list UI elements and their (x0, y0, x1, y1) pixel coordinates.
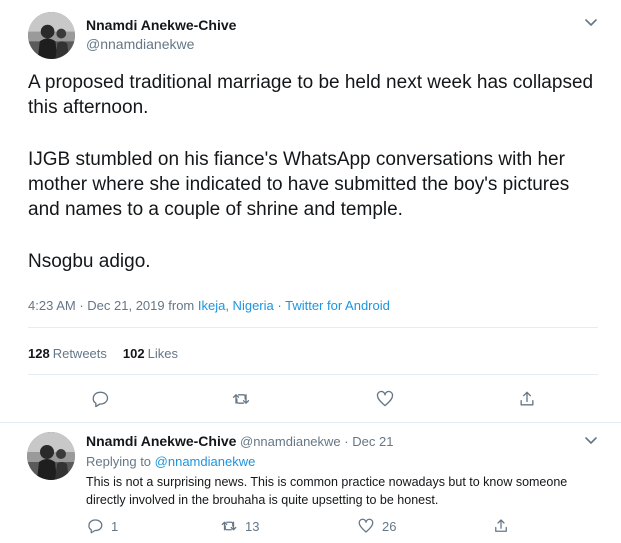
reply-icon (88, 519, 103, 534)
divider (28, 327, 598, 328)
like-button[interactable] (375, 389, 395, 409)
reply-button[interactable] (90, 389, 110, 409)
avatar-photo (28, 12, 75, 59)
reply-author-name[interactable]: Nnamdi Anekwe-Chive (86, 433, 236, 449)
reply-icon (92, 391, 109, 408)
tweet-metadata: 4:23 AM · Dec 21, 2019 from Ikeja, Niger… (28, 298, 390, 313)
tweet-paragraph: Nsogbu adigo. (28, 251, 151, 272)
author-handle[interactable]: @nnamdianekwe (86, 36, 194, 52)
main-tweet: Nnamdi Anekwe-Chive @nnamdianekwe A prop… (0, 0, 621, 423)
retweets-label: Retweets (52, 346, 107, 361)
retweets-stat[interactable]: 128 Retweets (28, 346, 107, 361)
reply-author-meta: @nnamdianekwe · Dec 21 (240, 434, 393, 449)
likes-stat[interactable]: 102 Likes (123, 346, 178, 361)
tweet-stats: 128 Retweets 102 Likes (28, 346, 178, 361)
meta-separator: · (277, 298, 286, 313)
reply-text: This is not a surprising news. This is c… (86, 475, 568, 507)
replying-to: Replying to @nnamdianekwe (86, 454, 255, 469)
tweet-text: A proposed traditional marriage to be he… (28, 70, 598, 274)
like-icon (376, 390, 394, 407)
share-button[interactable] (492, 517, 510, 535)
avatar-photo (27, 432, 75, 480)
share-button[interactable] (517, 389, 537, 409)
from-label: from (168, 298, 198, 313)
retweet-button[interactable]: 13 (220, 517, 259, 535)
retweets-count: 128 (28, 346, 50, 361)
divider (28, 374, 598, 375)
tweet-paragraph: IJGB stumbled on his fiance's WhatsApp c… (28, 149, 570, 220)
chevron-down-icon[interactable] (583, 432, 599, 448)
reply-count: 1 (111, 518, 119, 534)
source-link[interactable]: Twitter for Android (285, 298, 390, 313)
like-icon (358, 518, 374, 533)
tweet-paragraph: A proposed traditional marriage to be he… (28, 72, 594, 118)
tweet-time[interactable]: 4:23 AM (28, 298, 76, 313)
reply-author-handle[interactable]: @nnamdianekwe (240, 434, 341, 449)
location-link[interactable]: Ikeja, Nigeria (198, 298, 274, 313)
reply-date[interactable]: Dec 21 (352, 434, 393, 449)
retweet-icon (221, 521, 237, 531)
avatar[interactable] (27, 432, 75, 480)
replying-label: Replying to (86, 454, 152, 469)
author-name[interactable]: Nnamdi Anekwe-Chive (86, 17, 236, 33)
share-icon (495, 519, 507, 532)
likes-label: Likes (147, 346, 178, 361)
retweet-button[interactable] (231, 389, 251, 409)
tweet-date[interactable]: Dec 21, 2019 (87, 298, 164, 313)
avatar[interactable] (28, 12, 75, 59)
reply-button[interactable]: 1 (86, 517, 118, 535)
chevron-down-icon[interactable] (583, 14, 599, 30)
likes-count: 102 (122, 346, 145, 361)
retweet-count: 13 (245, 518, 260, 534)
like-button[interactable]: 26 (357, 517, 396, 535)
retweet-icon (232, 394, 250, 404)
replying-to-handle[interactable]: @nnamdianekwe (155, 454, 256, 469)
like-count: 26 (382, 518, 397, 534)
share-icon (520, 391, 534, 406)
